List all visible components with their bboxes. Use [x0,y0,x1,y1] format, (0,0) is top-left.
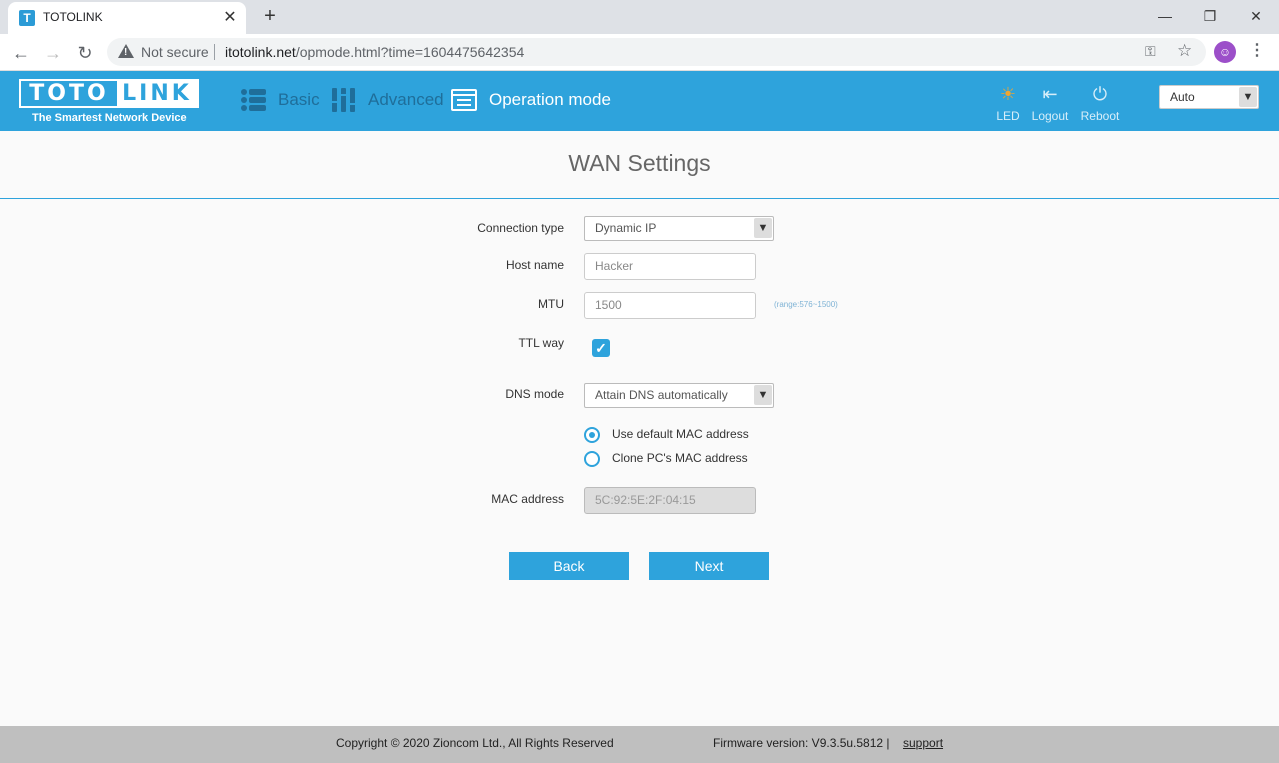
reboot-label: Reboot [1080,109,1120,123]
host-name-label: Host name [505,258,564,272]
mtu-value: 1500 [595,298,622,312]
support-link[interactable]: support [903,736,943,750]
connection-type-label: Connection type [477,221,564,235]
minimize-icon[interactable]: — [1145,4,1185,28]
new-tab-button[interactable]: + [258,5,282,29]
logo-link-text: LINK [117,81,197,106]
address-bar[interactable]: ! Not secure itotolink.net/opmode.html?t… [107,38,1206,66]
chevron-down-icon: ▼ [754,385,772,405]
dns-mode-value: Attain DNS automatically [595,388,728,402]
dns-mode-label: DNS mode [505,387,564,401]
language-select-value: Auto [1170,90,1195,104]
firmware-version: Firmware version: V9.3.5u.5812 | [713,736,890,750]
ttl-way-label: TTL way [518,336,564,350]
bookmark-star-icon[interactable]: ☆ [1177,41,1192,61]
ttl-way-checkbox[interactable]: ✓ [592,339,610,357]
mtu-range-hint: (range:576~1500) [774,300,838,309]
totolink-logo: TOTO LINK [19,79,199,108]
nav-basic-label: Basic [278,90,320,109]
browser-tab[interactable]: T TOTOLINK ✕ [8,2,246,34]
logo-tagline: The Smartest Network Device [32,112,187,124]
reboot-button[interactable]: ⏻ Reboot [1078,83,1122,123]
nav-advanced-label: Advanced [368,90,444,109]
clone-pc-mac-label[interactable]: Clone PC's MAC address [612,451,748,465]
host-name-input[interactable]: Hacker [584,253,756,280]
warning-icon: ! [118,44,134,58]
logout-icon: ⇤ [1042,84,1058,104]
browser-menu-icon[interactable]: ⋮ [1249,40,1265,60]
page-title: WAN Settings [568,150,711,176]
sliders-icon [332,88,355,112]
title-divider [0,198,1279,199]
connection-type-value: Dynamic IP [595,221,657,235]
restore-icon[interactable]: ❐ [1190,4,1230,28]
use-default-mac-label[interactable]: Use default MAC address [612,427,749,441]
connection-type-select[interactable]: Dynamic IP ▼ [584,216,774,241]
chevron-down-icon: ▼ [754,218,772,238]
tab-close-icon[interactable]: ✕ [220,8,240,28]
mac-address-label: MAC address [491,492,564,506]
led-icon: ☀ [999,84,1017,104]
reload-icon[interactable]: ↻ [72,40,98,66]
profile-avatar-icon[interactable]: ☺ [1214,41,1236,63]
back-button[interactable]: Back [509,552,629,580]
clone-pc-mac-radio[interactable] [584,451,600,467]
chevron-down-icon: ▼ [1239,87,1257,107]
tab-title: TOTOLINK [43,10,103,24]
mac-address-input: 5C:92:5E:2F:04:15 [584,487,756,514]
back-icon[interactable]: ← [8,40,34,66]
led-button[interactable]: ☀ LED [993,83,1023,123]
language-select[interactable]: Auto ▼ [1159,85,1259,109]
browser-tab-bar: T TOTOLINK ✕ + — ❐ ✕ [0,0,1279,34]
dns-mode-select[interactable]: Attain DNS automatically ▼ [584,383,774,408]
omnibox-divider [214,44,215,60]
power-icon: ⏻ [1092,84,1108,104]
security-label: Not secure [141,44,209,60]
mtu-input[interactable]: 1500 [584,292,756,319]
router-header: TOTO LINK The Smartest Network Device Ba… [0,71,1279,131]
close-window-icon[interactable]: ✕ [1236,4,1276,28]
mtu-label: MTU [538,297,564,311]
operation-mode-icon [451,89,477,111]
nav-operation-mode-label: Operation mode [489,90,611,109]
logo-toto-text: TOTO [29,81,109,106]
url-text: itotolink.net/opmode.html?time=160447564… [225,44,525,60]
logout-button[interactable]: ⇤ Logout [1030,83,1070,123]
list-icon [241,89,266,111]
page-footer: Copyright © 2020 Zioncom Ltd., All Right… [0,726,1279,763]
copyright-text: Copyright © 2020 Zioncom Ltd., All Right… [336,736,614,750]
tab-favicon-icon: T [19,10,35,26]
mac-address-value: 5C:92:5E:2F:04:15 [595,493,696,507]
next-button[interactable]: Next [649,552,769,580]
browser-toolbar: ← → ↻ ! Not secure itotolink.net/opmode.… [0,34,1279,71]
use-default-mac-radio[interactable] [584,427,600,443]
host-name-placeholder: Hacker [595,259,634,273]
forward-icon[interactable]: → [40,40,66,66]
key-icon[interactable]: ⚿ [1145,43,1156,60]
logout-label: Logout [1031,109,1069,123]
led-label: LED [996,109,1020,123]
